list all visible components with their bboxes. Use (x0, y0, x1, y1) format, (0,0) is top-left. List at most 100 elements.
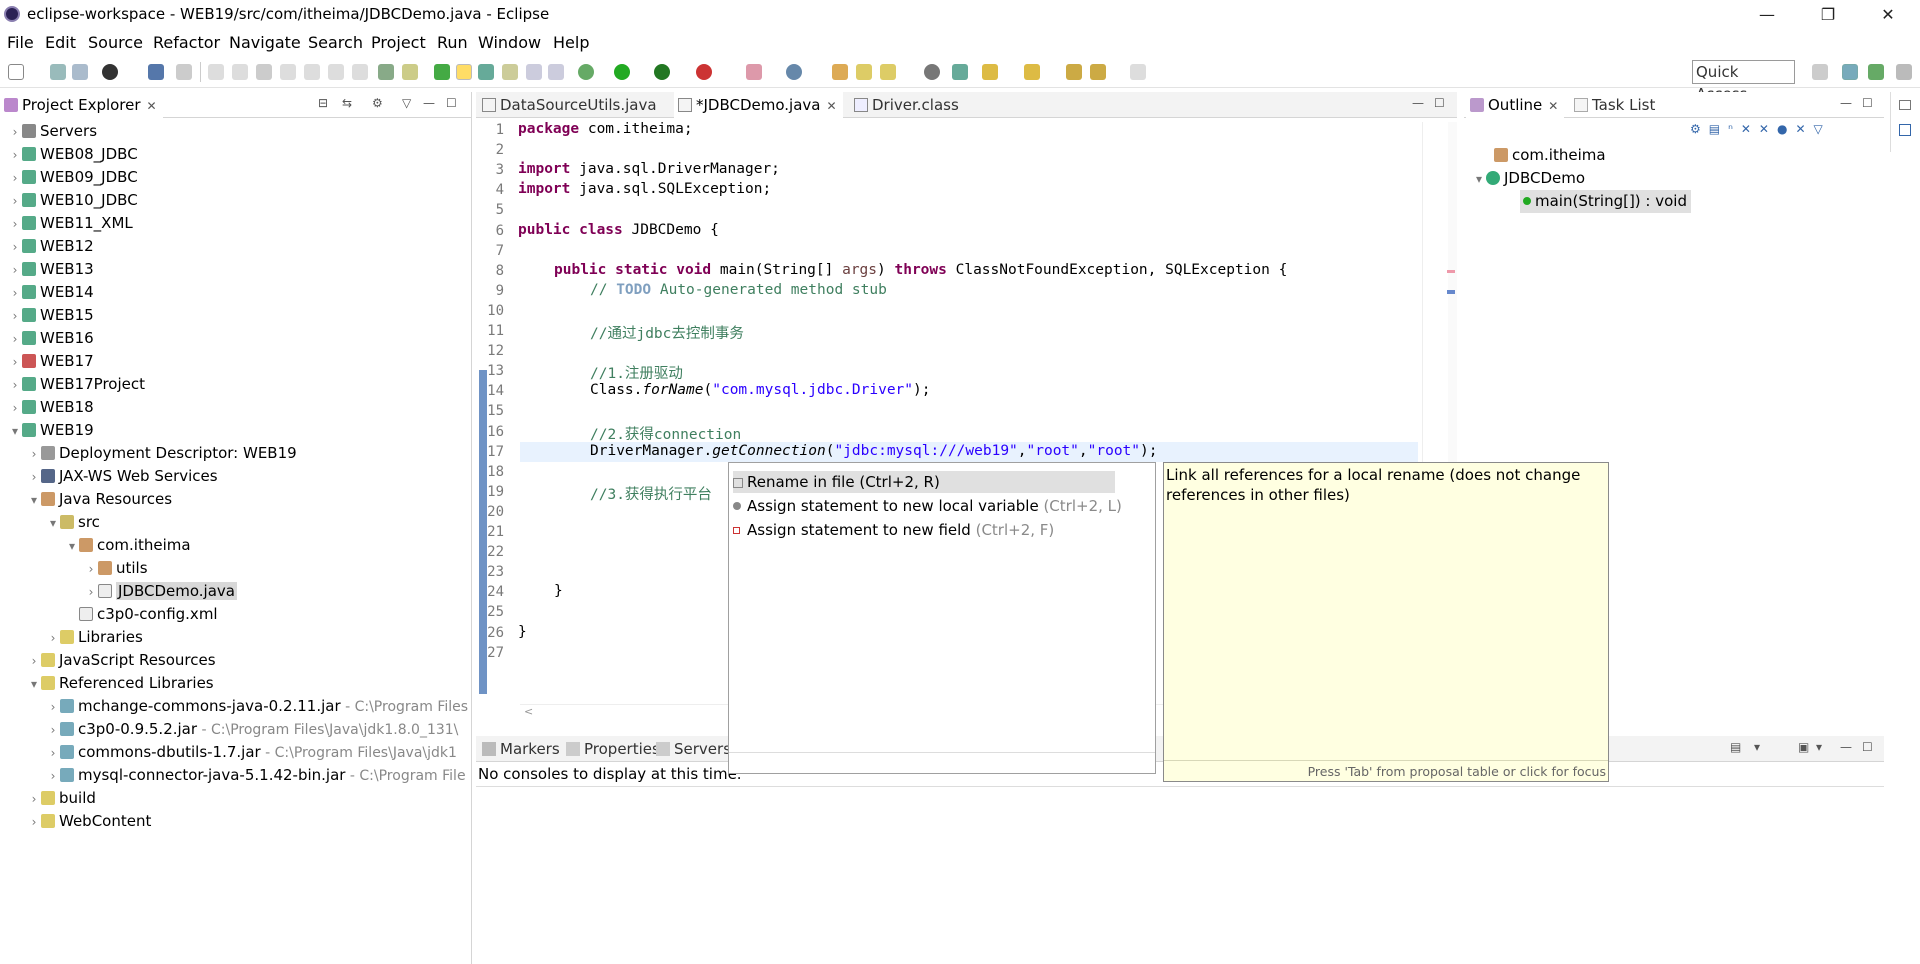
new-class-icon[interactable] (786, 64, 802, 80)
chevron-right-icon[interactable]: › (8, 236, 22, 259)
menu-help[interactable]: Help (553, 33, 589, 52)
external-tools-icon[interactable] (696, 64, 712, 80)
outline-class[interactable]: ▾ JDBCDemo (1472, 167, 1585, 190)
chevron-right-icon[interactable]: › (8, 305, 22, 328)
coverage-icon[interactable] (654, 64, 670, 80)
task-marker[interactable] (1447, 290, 1455, 294)
tree-item[interactable]: › utils (84, 557, 148, 580)
tree-item[interactable]: › Servers (8, 120, 97, 143)
tree-item[interactable]: › WEB15 (8, 304, 94, 327)
skip-breakpoints-icon[interactable] (176, 64, 192, 80)
maximize-view-icon[interactable]: ☐ (446, 96, 457, 110)
chevron-right-icon[interactable]: › (8, 213, 22, 236)
minimize-view-icon[interactable]: — (423, 96, 435, 110)
open-type-icon[interactable] (832, 64, 848, 80)
show-whitespace-icon[interactable] (502, 64, 518, 80)
menu-edit[interactable]: Edit (45, 33, 76, 52)
close-tab-icon[interactable]: ✕ (1548, 99, 1558, 113)
tab-servers[interactable]: Servers (652, 736, 737, 762)
tree-item[interactable]: › WEB17Project (8, 373, 145, 396)
open-console-icon[interactable]: ▣ (1798, 740, 1809, 754)
tab-datasourceutils[interactable]: DataSourceUtils.java (478, 92, 663, 118)
chevron-down-icon[interactable]: ▾ (1472, 168, 1486, 191)
collapse-all-icon[interactable]: ⊟ (318, 96, 328, 110)
maximize-view-icon[interactable]: ☐ (1862, 740, 1873, 754)
chevron-down-icon[interactable]: ▾ (27, 489, 41, 512)
tree-item[interactable]: › c3p0-0.9.5.2.jar - C:\Program Files\Jav… (46, 718, 459, 742)
tree-item[interactable]: › WEB11_XML (8, 212, 133, 235)
close-tab-icon[interactable]: ✕ (147, 99, 157, 113)
debug-perspective-icon[interactable] (1896, 64, 1912, 80)
chevron-right-icon[interactable]: › (84, 581, 98, 604)
breadcrumb-icon[interactable] (402, 64, 418, 80)
minimize-view-icon[interactable]: — (1840, 740, 1852, 754)
tree-item[interactable]: › WEB18 (8, 396, 94, 419)
open-folder-icon[interactable] (856, 64, 872, 80)
tab-markers[interactable]: Markers (478, 736, 566, 762)
quick-access-field[interactable]: Quick Access (1692, 60, 1795, 103)
maximize-editor-icon[interactable]: ☐ (1434, 96, 1445, 110)
globe-icon[interactable] (924, 64, 940, 80)
tree-item[interactable]: › mchange-commons-java-0.2.11.jar - C:\Pr… (46, 695, 468, 718)
run-icon[interactable] (614, 64, 630, 80)
tree-item[interactable]: › WEB10_JDBC (8, 189, 138, 212)
close-button[interactable]: ✕ (1868, 2, 1908, 28)
save-all-icon[interactable] (72, 64, 88, 80)
chevron-right-icon[interactable]: › (46, 719, 60, 742)
tree-item[interactable]: › JavaScript Resources (27, 649, 216, 672)
block-selection-icon[interactable] (478, 64, 494, 80)
java-ee-perspective-icon[interactable] (1842, 64, 1858, 80)
chevron-down-icon[interactable]: ▾ (8, 420, 22, 443)
step-return-icon[interactable] (352, 64, 368, 80)
pin-icon[interactable] (952, 64, 968, 80)
tree-item[interactable]: › Deployment Descriptor: WEB19 (27, 442, 297, 465)
next-annotation-icon[interactable] (982, 64, 998, 80)
console-menu-icon[interactable]: ▾ (1754, 740, 1760, 754)
error-marker[interactable] (1447, 270, 1455, 273)
tree-item[interactable]: ▾ Referenced Libraries (27, 672, 214, 695)
minimize-button[interactable]: — (1747, 2, 1787, 28)
suspend-icon[interactable] (232, 64, 248, 80)
tab-properties[interactable]: Properties (562, 736, 666, 762)
tree-item[interactable]: › WEB17 (8, 350, 94, 373)
toggle-mark-icon[interactable] (378, 64, 394, 80)
last-edit-icon[interactable] (1066, 64, 1082, 80)
chevron-down-icon[interactable]: ▾ (46, 512, 60, 535)
minimize-editor-icon[interactable]: — (1412, 96, 1424, 110)
chevron-right-icon[interactable]: › (27, 466, 41, 489)
menu-refactor[interactable]: Refactor (153, 33, 220, 52)
minimize-view-icon[interactable]: — (1840, 96, 1852, 110)
chevron-right-icon[interactable]: › (8, 167, 22, 190)
new-java-project-icon[interactable] (746, 64, 762, 80)
chevron-down-icon[interactable]: ▾ (27, 673, 41, 696)
outline-method[interactable]: main(String[]) : void (1520, 190, 1691, 213)
chevron-down-icon[interactable]: ▾ (65, 535, 79, 558)
open-console-menu-icon[interactable]: ▾ (1816, 740, 1822, 754)
chevron-right-icon[interactable]: › (46, 742, 60, 765)
mark-occurrences-icon[interactable] (434, 64, 450, 80)
tree-item[interactable]: › Libraries (46, 626, 143, 649)
menu-project[interactable]: Project (371, 33, 426, 52)
tree-item[interactable]: c3p0-config.xml (65, 603, 218, 626)
user-icon[interactable] (102, 64, 118, 80)
chevron-right-icon[interactable]: › (27, 650, 41, 673)
restore-stack-icon[interactable] (1899, 100, 1911, 110)
tree-item[interactable]: › JAX-WS Web Services (27, 465, 218, 488)
chevron-right-icon[interactable]: › (8, 121, 22, 144)
chevron-right-icon[interactable]: › (27, 811, 41, 834)
outline-toolbar[interactable]: ⚙▤ⁿ✕✕●✕▽ (1690, 122, 1880, 138)
java-perspective-icon[interactable] (1868, 64, 1884, 80)
menu-search[interactable]: Search (308, 33, 363, 52)
chevron-right-icon[interactable]: › (46, 765, 60, 788)
tree-item[interactable]: › WEB16 (8, 327, 94, 350)
chevron-right-icon[interactable]: › (8, 190, 22, 213)
chevron-right-icon[interactable]: › (27, 443, 41, 466)
menu-file[interactable]: File (7, 33, 34, 52)
chevron-right-icon[interactable]: › (8, 144, 22, 167)
tree-item[interactable]: ▾ src (46, 511, 100, 534)
new-icon[interactable] (8, 64, 24, 80)
tab-driver-class[interactable]: Driver.class (850, 92, 965, 118)
chevron-right-icon[interactable]: › (8, 328, 22, 351)
proposal-documentation[interactable]: Link all references for a local rename (… (1163, 462, 1609, 782)
proposal-assign-field[interactable]: Assign statement to new field (Ctrl+2, F… (733, 519, 1054, 541)
